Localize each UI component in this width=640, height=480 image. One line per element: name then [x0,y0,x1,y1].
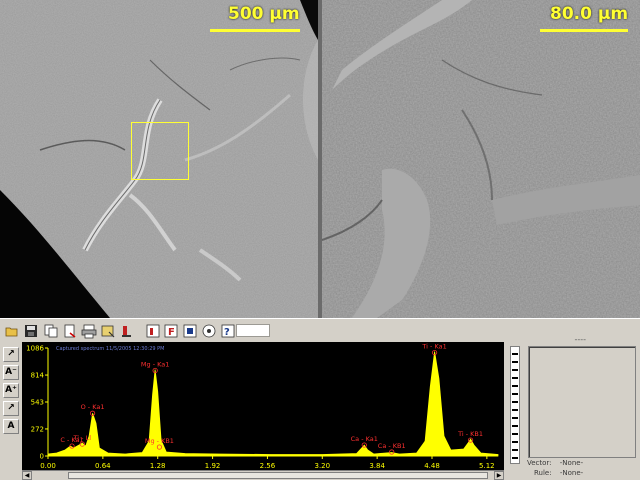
scale-bar-right [540,29,628,32]
spectrum-caption: Captured spectrum 11/5/2005 12:30:29 PM [56,346,165,352]
help-icon[interactable]: ? [219,322,237,340]
y-tick-label: 0 [40,453,44,461]
sem-texture-right [322,0,640,318]
region-of-interest-box[interactable] [131,122,189,180]
x-tick-label: 1.28 [150,462,166,470]
meter-tick [512,457,518,459]
frame-icon[interactable] [181,322,199,340]
export-report-icon[interactable] [61,322,79,340]
scale-bar-left [210,29,300,32]
y-tick-label: 543 [31,399,44,407]
vector-value: -None- [559,459,584,467]
rule-row: Rule: -None- [534,469,583,477]
meter-tick [512,393,518,395]
scroll-right-arrow-icon[interactable]: ▶ [494,471,504,480]
x-tick-label: 4.48 [424,462,440,470]
vector-row: Vector: -None- [527,459,583,467]
peak-label: Mg - Ka1 [141,360,169,368]
meter-tick [512,425,518,427]
copy-icon[interactable] [42,322,60,340]
meter-tick [512,401,518,403]
scale-bar-label-right: 80.0 µm [550,4,629,24]
eds-spectrum-plot[interactable]: 1086 814 543 272 0 0.00 0.64 1.28 1.92 2.56 3.20 3.… [22,342,504,470]
vector-label: Vector: [527,459,552,467]
y-tick-label: 1086 [26,345,44,353]
x-tick-label: 2.56 [260,462,276,470]
fit-icon[interactable]: F [162,322,180,340]
meter-track[interactable] [510,346,520,464]
status-indicator: ---- [574,335,586,344]
x-tick-label: 3.84 [369,462,385,470]
sem-image-high-mag: 80.0 µm [322,0,640,318]
intensity-meter[interactable] [504,342,526,480]
peak-label: Ti - Ka1 [421,343,446,351]
meter-tick [512,385,518,387]
info-panel [528,346,636,458]
spectrum-fill [47,351,499,457]
print-icon[interactable] [80,322,98,340]
peak-label: Ti - KB1 [457,430,483,438]
peak-label: Ti - Ll [73,434,92,442]
x-tick-label: 3.20 [314,462,330,470]
y-tick-label: 814 [31,372,45,380]
spectrum-horizontal-scrollbar[interactable]: ◀ ▶ [22,470,504,480]
scroll-thumb[interactable] [68,472,488,479]
peak-label: O - Ka1 [81,403,105,411]
svg-text:?: ? [224,327,230,338]
element-label-icon[interactable] [144,322,162,340]
x-tick-label: 0.64 [95,462,111,470]
meter-tick [512,441,518,443]
meter-tick [512,417,518,419]
peak-label: Ca - Ka1 [351,435,378,443]
rule-label: Rule: [534,469,552,477]
tool-button-3[interactable]: A⁺ [3,383,19,398]
save-icon[interactable] [22,322,40,340]
x-tick-label: 1.92 [205,462,221,470]
scale-bar-label-left: 500 µm [228,4,300,24]
rule-value: -None- [559,469,584,477]
y-tick-label: 272 [31,425,44,433]
meter-tick [512,433,518,435]
svg-text:F: F [168,327,175,338]
toolbar-value-field[interactable] [236,324,270,337]
tool-button-2[interactable]: A⁻ [3,365,19,380]
spectrum-svg: 1086 814 543 272 00.00 0.64 1.28 1.92 2.56 3.20 3.… [26,343,499,470]
x-tick-label: 5.12 [479,462,495,470]
tool-button-5[interactable]: A [3,419,19,434]
peak-label: Ca - KB1 [378,442,406,450]
meter-tick [512,353,518,355]
meter-tick [512,449,518,451]
tool-button-1[interactable]: ↗ [3,347,19,362]
grid-icon[interactable] [200,322,218,340]
image-tools-icon[interactable] [99,322,117,340]
spectrum-tool-column: ↗ A⁻ A⁺ ↗ A [0,342,22,480]
scroll-left-arrow-icon[interactable]: ◀ [22,471,32,480]
peak-label: Mg - KB1 [145,437,174,445]
sem-image-low-mag: 500 µm [0,0,318,318]
meter-tick [512,409,518,411]
open-folder-icon[interactable] [3,322,21,340]
eds-analysis-window: 500 µm 80.0 µm F ? ---- ↗ A⁻ A⁺ ↗ A 1086… [0,0,640,480]
meter-tick [512,377,518,379]
toolbar: F ? [0,318,640,342]
x-tick-label: 0.00 [40,462,56,470]
meter-tick [512,369,518,371]
tool-button-4[interactable]: ↗ [3,401,19,416]
meter-tick [512,361,518,363]
marker-icon[interactable] [118,322,136,340]
